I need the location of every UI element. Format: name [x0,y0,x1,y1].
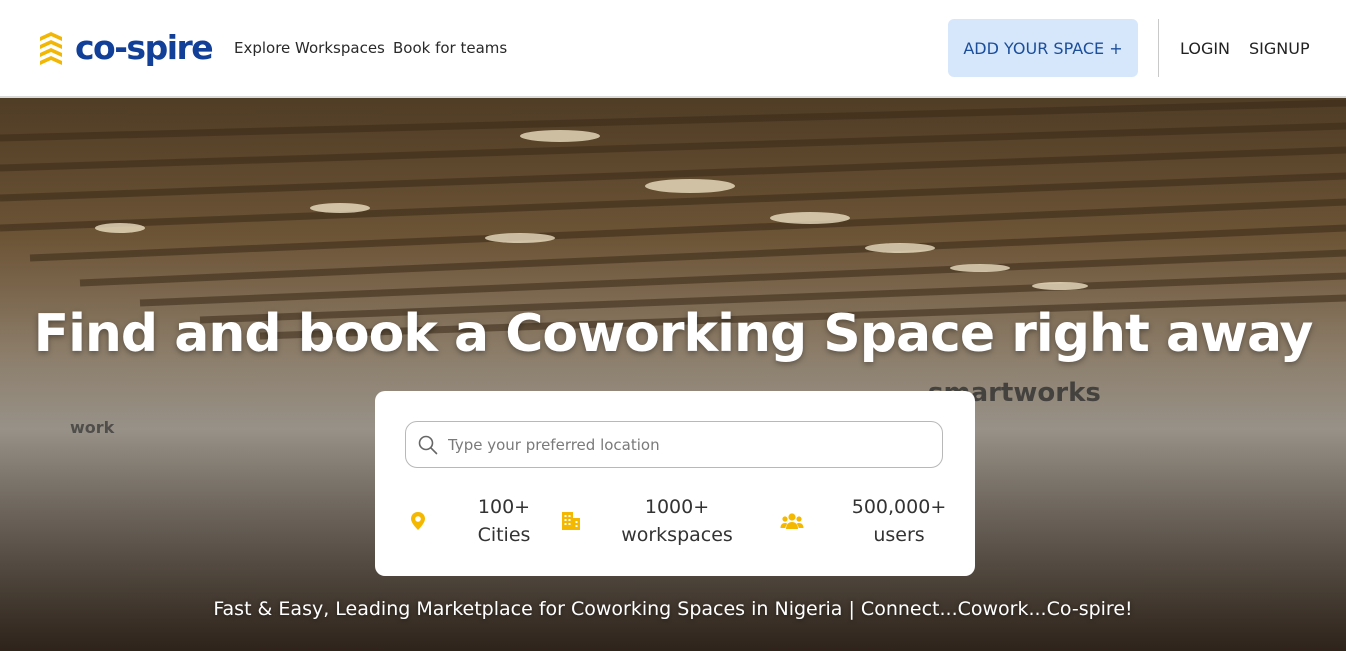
brand-name: co-spire [75,28,214,67]
search-box[interactable] [405,421,943,468]
logo-mark-icon [40,32,62,65]
hero-title: Find and book a Coworking Space right aw… [33,304,1314,364]
stat-cities-text: 100+ Cities [458,493,550,549]
brand-logo[interactable]: co-spire [38,28,214,67]
stat-workspaces-value: 1000+ [644,496,710,518]
users-icon [780,513,804,529]
stat-users: 500,000+ users [780,493,964,549]
nav-divider [1158,19,1159,77]
hero-banner: smartworks work Find and book a Coworkin… [0,98,1346,651]
stat-cities-label: Cities [477,524,531,546]
nav-book-for-teams[interactable]: Book for teams [393,39,507,57]
stat-cities-value: 100+ [477,496,531,518]
building-icon [562,512,580,530]
signup-link[interactable]: SIGNUP [1249,39,1310,58]
stat-cities: 100+ Cities [408,493,550,549]
location-pin-icon [411,512,425,530]
stat-workspaces-text: 1000+ workspaces [617,493,737,549]
search-icon [418,435,438,454]
stat-workspaces-label: workspaces [621,524,733,546]
location-search-input[interactable] [446,423,942,466]
top-nav-bar: co-spire Explore Workspaces Book for tea… [0,0,1346,98]
add-your-space-button[interactable]: ADD YOUR SPACE + [948,19,1138,77]
hero-tagline: Fast & Easy, Leading Marketplace for Cow… [213,598,1133,620]
login-link[interactable]: LOGIN [1180,39,1230,58]
nav-explore-workspaces[interactable]: Explore Workspaces [234,39,385,57]
stat-users-label: users [873,524,925,546]
stat-workspaces: 1000+ workspaces [561,493,737,549]
background-signage-left: work [70,418,115,437]
search-card: 100+ Cities 1000+ workspaces [375,391,975,576]
stat-users-text: 500,000+ users [834,493,964,549]
stat-users-value: 500,000+ [851,496,947,518]
